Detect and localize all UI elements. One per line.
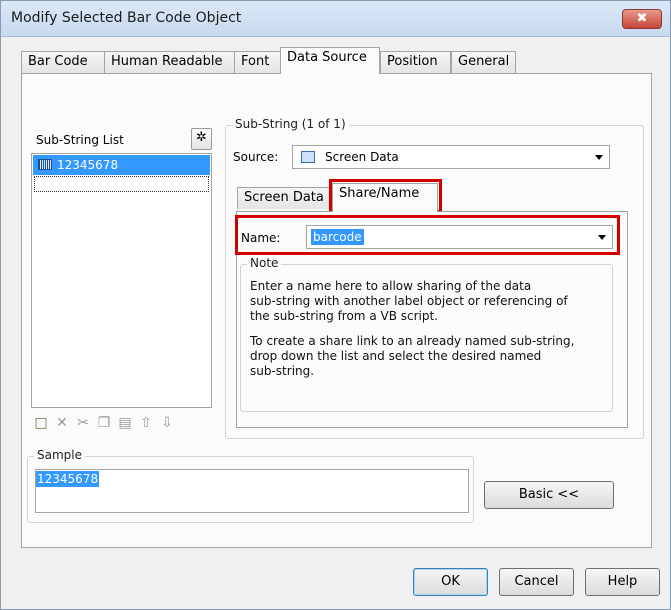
- sample-value: 12345678: [36, 471, 100, 487]
- tab-data-source[interactable]: Data Source: [280, 47, 380, 74]
- note-label: Note: [247, 256, 282, 270]
- help-button[interactable]: Help: [585, 568, 660, 596]
- tab-font[interactable]: Font: [234, 51, 281, 73]
- substring-list[interactable]: 12345678: [31, 153, 212, 408]
- source-label: Source:: [233, 150, 279, 164]
- note-line-5: drop down the list and select the desire…: [250, 349, 542, 363]
- note-line-1: Enter a name here to allow sharing of th…: [250, 279, 532, 293]
- close-button[interactable]: ✖: [622, 9, 662, 29]
- barcode-item-icon: [38, 159, 52, 170]
- substring-list-label: Sub-String List: [36, 133, 124, 147]
- note-line-3: the sub-string from a VB script.: [250, 309, 438, 323]
- list-item-empty[interactable]: [34, 176, 209, 192]
- move-up-icon[interactable]: ⇧: [137, 414, 155, 432]
- tab-share-name[interactable]: Share/Name: [332, 183, 438, 212]
- wizard-button[interactable]: ✲: [191, 128, 212, 150]
- dialog-title: Modify Selected Bar Code Object: [11, 10, 242, 26]
- magic-wand-icon: ✲: [196, 130, 207, 145]
- substring-group-label: Sub-String (1 of 1): [232, 117, 349, 131]
- ok-button[interactable]: OK: [413, 568, 488, 596]
- dialog-window: Modify Selected Bar Code Object ✖ Bar Co…: [0, 0, 671, 610]
- tab-general[interactable]: General: [451, 51, 516, 73]
- note-line-4: To create a share link to an already nam…: [250, 334, 575, 348]
- note-line-2: sub-string with another label object or …: [250, 294, 568, 308]
- tab-screen-data[interactable]: Screen Data: [237, 187, 333, 209]
- tab-human-readable[interactable]: Human Readable: [104, 51, 235, 73]
- source-select[interactable]: Screen Data: [292, 145, 610, 169]
- new-icon[interactable]: □: [32, 414, 50, 432]
- delete-icon[interactable]: ✕: [53, 414, 71, 432]
- move-down-icon[interactable]: ⇩: [158, 414, 176, 432]
- screen-data-icon: [301, 151, 315, 163]
- copy-icon[interactable]: ❐: [95, 414, 113, 432]
- highlight-name-field: [235, 215, 620, 255]
- list-item[interactable]: 12345678: [33, 155, 210, 175]
- title-bar[interactable]: Modify Selected Bar Code Object ✖: [1, 1, 670, 37]
- basic-button[interactable]: Basic <<: [484, 481, 614, 509]
- data-source-panel: Sub-String List ✲ 12345678 □ ✕ ✂ ❐ ▤ ⇧ ⇩…: [21, 73, 652, 548]
- source-value: Screen Data: [325, 150, 399, 164]
- cut-icon[interactable]: ✂: [74, 414, 92, 432]
- paste-icon[interactable]: ▤: [116, 414, 134, 432]
- cancel-button[interactable]: Cancel: [499, 568, 574, 596]
- tab-position[interactable]: Position: [380, 51, 451, 73]
- tab-bar-code[interactable]: Bar Code: [21, 51, 105, 73]
- sample-field[interactable]: 12345678: [35, 469, 469, 513]
- sample-label: Sample: [34, 448, 85, 462]
- list-item-label: 12345678: [57, 158, 119, 172]
- note-line-6: sub-string.: [250, 364, 315, 378]
- chevron-down-icon: [595, 155, 603, 160]
